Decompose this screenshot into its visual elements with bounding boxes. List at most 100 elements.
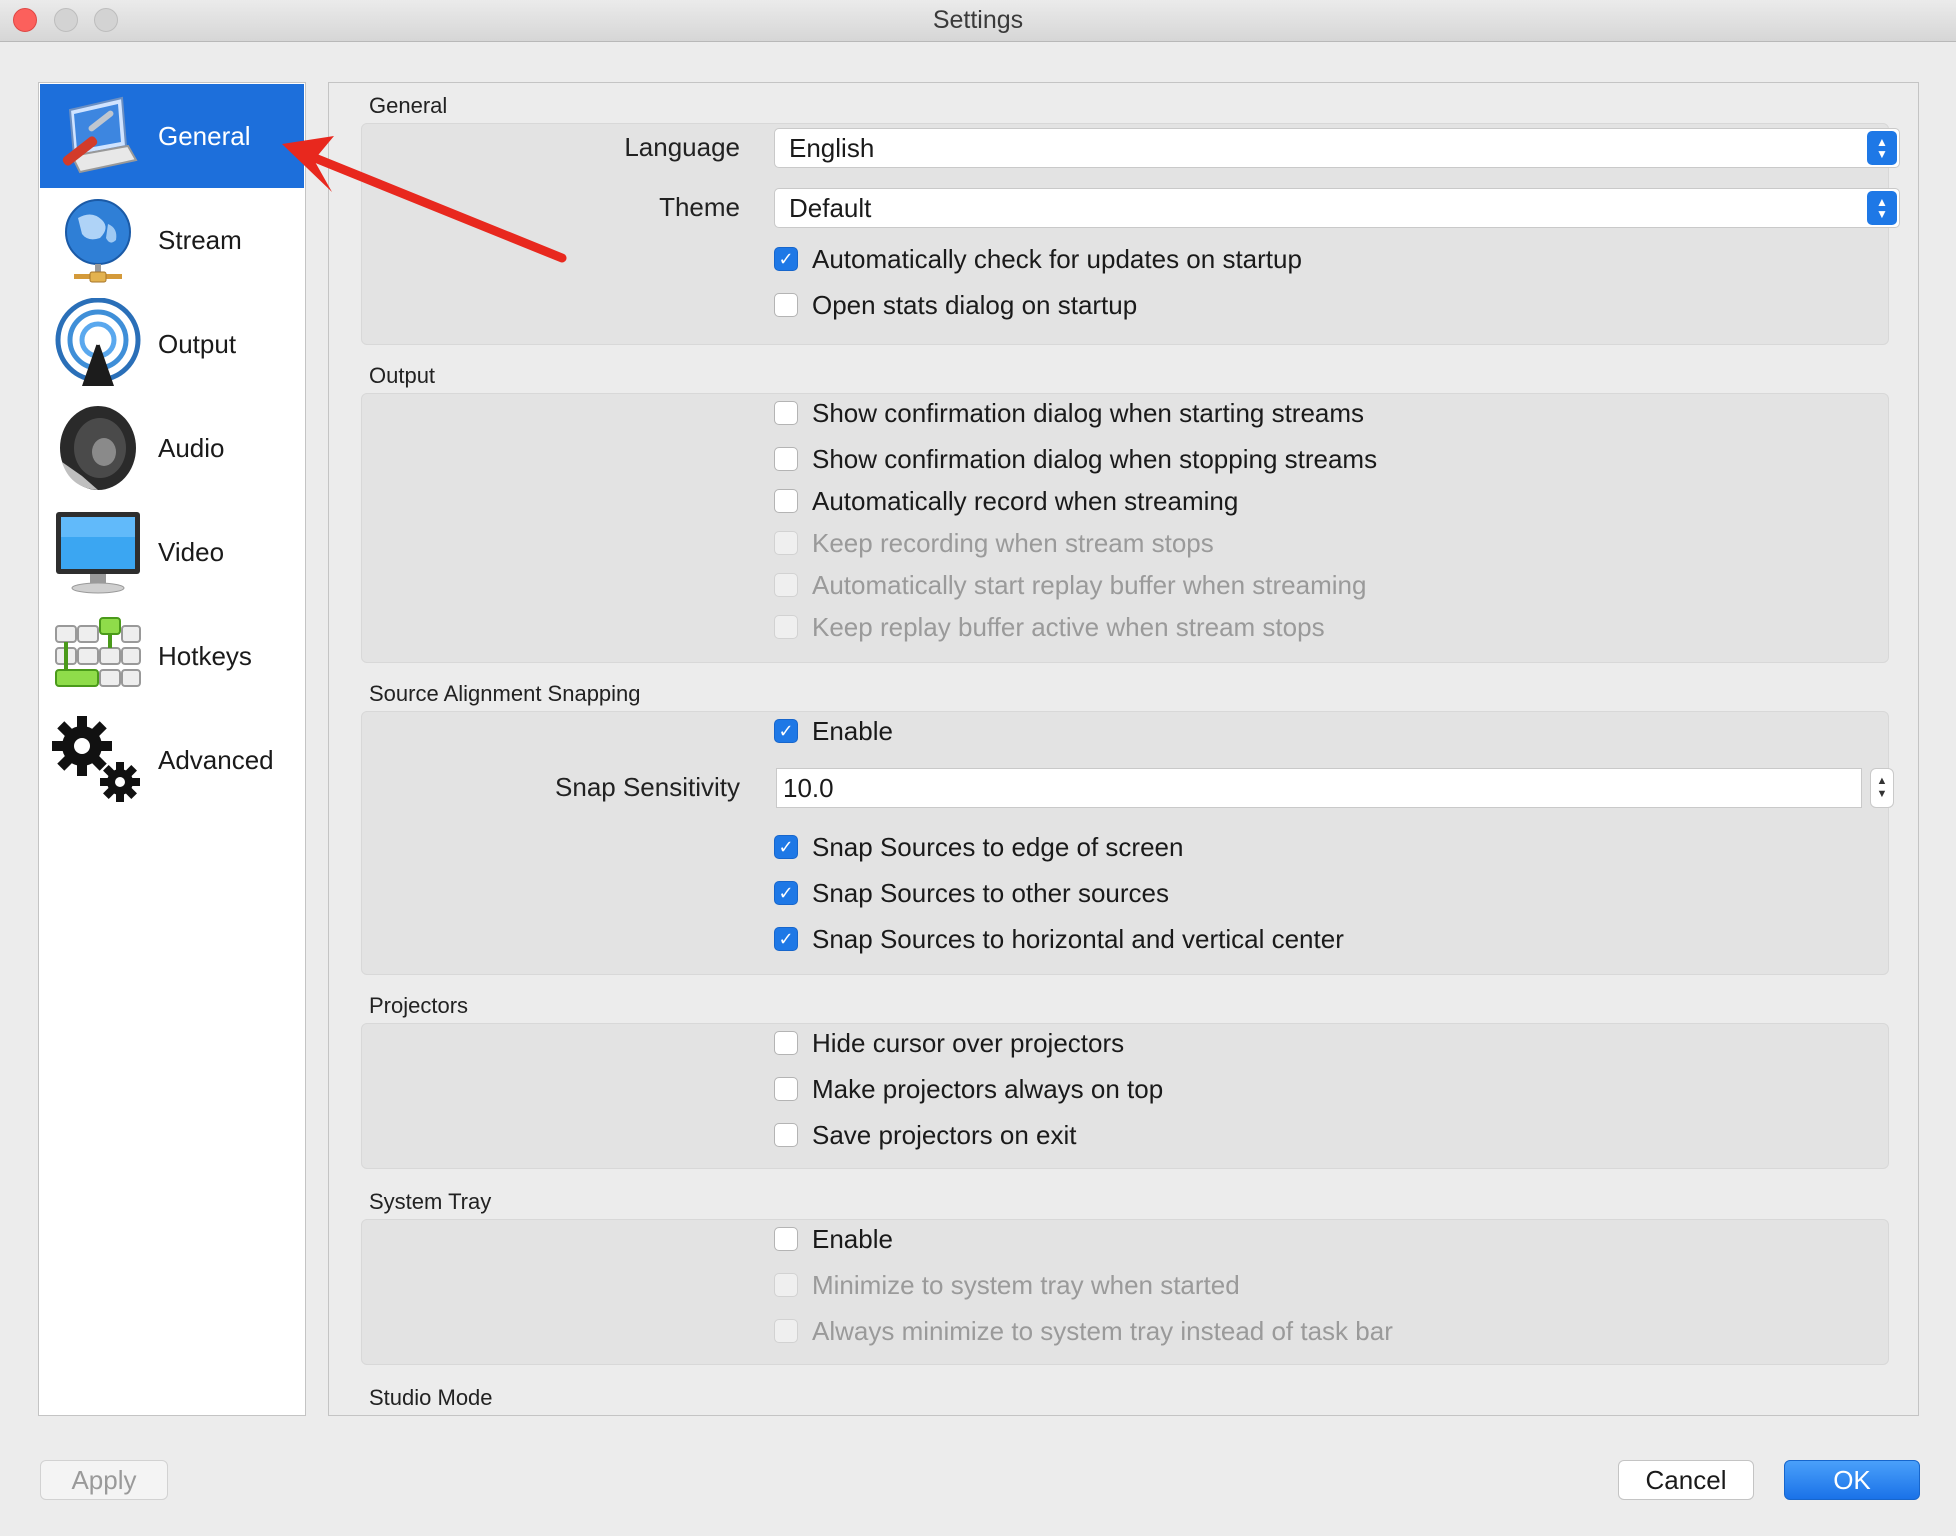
title-bar: Settings (0, 0, 1956, 42)
system-tray-enable-checkbox[interactable]: Enable (774, 1224, 893, 1254)
checkbox-unchecked-icon (774, 1123, 798, 1147)
select-arrows-icon: ▲ ▼ (1867, 191, 1897, 225)
language-select-value: English (789, 133, 875, 163)
sidebar-item-general[interactable]: General (40, 84, 304, 188)
sidebar-item-stream[interactable]: Stream (40, 188, 304, 292)
theme-select[interactable]: Default ▲ ▼ (774, 188, 1900, 228)
sidebar-item-output[interactable]: Output (40, 292, 304, 396)
checkbox-checked-icon: ✓ (774, 247, 798, 271)
snap-sensitivity-input[interactable]: 10.0 (776, 768, 1862, 808)
checkbox-checked-icon: ✓ (774, 835, 798, 859)
globe-icon (48, 190, 148, 290)
snap-sensitivity-stepper[interactable]: ▲ ▼ (1870, 768, 1894, 808)
checkbox-disabled-icon (774, 1319, 798, 1343)
checkbox-label: Make projectors always on top (812, 1073, 1164, 1104)
snap-center-checkbox[interactable]: ✓ Snap Sources to horizontal and vertica… (774, 924, 1344, 954)
gears-icon (48, 710, 148, 810)
checkbox-disabled-icon (774, 573, 798, 597)
checkbox-label: Automatically check for updates on start… (812, 243, 1302, 274)
checkbox-disabled-icon (774, 1273, 798, 1297)
sidebar-item-label: Video (158, 536, 225, 567)
select-arrows-icon: ▲ ▼ (1867, 131, 1897, 165)
group-snapping: ✓ Enable Snap Sensitivity 10.0 ▲ ▼ ✓ Snap… (361, 711, 1894, 975)
checkbox-label: Keep replay buffer active when stream st… (812, 611, 1325, 642)
group-title-system-tray: System Tray (369, 1189, 492, 1214)
checkbox-label: Show confirmation dialog when starting s… (812, 397, 1365, 428)
auto-replay-buffer-checkbox[interactable]: Automatically start replay buffer when s… (774, 570, 1366, 600)
checkbox-label: Open stats dialog on startup (812, 289, 1138, 320)
sidebar-item-audio[interactable]: Audio (40, 396, 304, 500)
window-title: Settings (932, 6, 1024, 34)
sidebar-item-label: Stream (158, 224, 242, 255)
sidebar-item-advanced[interactable]: Advanced (40, 708, 304, 812)
sidebar-item-label: Advanced (158, 744, 274, 775)
open-stats-checkbox[interactable]: Open stats dialog on startup (774, 290, 1137, 320)
snap-sensitivity-label: Snap Sensitivity (555, 772, 740, 802)
checkbox-unchecked-icon (774, 293, 798, 317)
checkbox-label: Snap Sources to edge of screen (812, 831, 1184, 862)
sidebar-item-label: Output (158, 328, 237, 359)
group-system-tray: Enable Minimize to system tray when star… (361, 1219, 1889, 1365)
checkbox-checked-icon: ✓ (774, 927, 798, 951)
save-projectors-checkbox[interactable]: Save projectors on exit (774, 1120, 1076, 1150)
projectors-on-top-checkbox[interactable]: Make projectors always on top (774, 1074, 1163, 1104)
group-projectors: Hide cursor over projectors Make project… (361, 1023, 1889, 1169)
group-title-projectors: Projectors (369, 993, 469, 1018)
checkbox-checked-icon: ✓ (774, 881, 798, 905)
checkbox-label: Show confirmation dialog when stopping s… (812, 443, 1378, 474)
hide-cursor-checkbox[interactable]: Hide cursor over projectors (774, 1028, 1124, 1058)
checkbox-label: Enable (812, 715, 893, 746)
general-icon (48, 86, 148, 186)
checkbox-label: Automatically start replay buffer when s… (812, 569, 1367, 600)
checkbox-unchecked-icon (774, 1077, 798, 1101)
group-general: Language English ▲ ▼ Theme Default ▲ ▼ ✓ A… (361, 123, 1900, 345)
checkbox-unchecked-icon (774, 1031, 798, 1055)
checkbox-label: Keep recording when stream stops (812, 527, 1214, 558)
ok-button[interactable]: OK (1784, 1460, 1920, 1500)
minimize-tray-started-checkbox[interactable]: Minimize to system tray when started (774, 1270, 1240, 1300)
sidebar-item-label: General (158, 120, 251, 151)
theme-label: Theme (659, 192, 740, 222)
checkbox-label: Save projectors on exit (812, 1119, 1077, 1150)
apply-button[interactable]: Apply (40, 1460, 168, 1500)
confirm-stop-stream-checkbox[interactable]: Show confirmation dialog when stopping s… (774, 444, 1377, 474)
keep-recording-checkbox[interactable]: Keep recording when stream stops (774, 528, 1214, 558)
monitor-icon (48, 502, 148, 602)
sidebar-item-video[interactable]: Video (40, 500, 304, 604)
keyboard-icon (48, 606, 148, 706)
check-updates-checkbox[interactable]: ✓ Automatically check for updates on sta… (774, 244, 1302, 274)
group-title-general: General (369, 93, 448, 118)
keep-replay-buffer-checkbox[interactable]: Keep replay buffer active when stream st… (774, 612, 1325, 642)
checkbox-unchecked-icon (774, 489, 798, 513)
settings-category-list: General Stream Output Audio Video Hotkey… (38, 82, 306, 1416)
checkbox-unchecked-icon (774, 1227, 798, 1251)
sidebar-item-hotkeys[interactable]: Hotkeys (40, 604, 304, 708)
group-title-studio-mode: Studio Mode (369, 1385, 493, 1410)
snap-edge-checkbox[interactable]: ✓ Snap Sources to edge of screen (774, 832, 1183, 862)
sidebar-item-label: Hotkeys (158, 640, 252, 671)
checkbox-label: Enable (812, 1223, 893, 1254)
snap-other-sources-checkbox[interactable]: ✓ Snap Sources to other sources (774, 878, 1169, 908)
checkbox-label: Snap Sources to horizontal and vertical … (812, 923, 1344, 954)
checkbox-label: Hide cursor over projectors (812, 1027, 1125, 1058)
checkbox-label: Snap Sources to other sources (812, 877, 1169, 908)
sidebar-item-label: Audio (158, 432, 225, 463)
checkbox-checked-icon: ✓ (774, 719, 798, 743)
group-title-snapping: Source Alignment Snapping (369, 681, 641, 706)
checkbox-label: Always minimize to system tray instead o… (812, 1315, 1393, 1346)
always-minimize-tray-checkbox[interactable]: Always minimize to system tray instead o… (774, 1316, 1393, 1346)
broadcast-icon (48, 294, 148, 394)
checkbox-disabled-icon (774, 531, 798, 555)
settings-content-panel: General Language English ▲ ▼ Theme Defaul… (328, 82, 1919, 1416)
checkbox-disabled-icon (774, 615, 798, 639)
language-label: Language (624, 132, 740, 162)
auto-record-checkbox[interactable]: Automatically record when streaming (774, 486, 1238, 516)
snapping-enable-checkbox[interactable]: ✓ Enable (774, 716, 893, 746)
cancel-button[interactable]: Cancel (1618, 1460, 1754, 1500)
speaker-icon (48, 398, 148, 498)
language-select[interactable]: English ▲ ▼ (774, 128, 1900, 168)
checkbox-unchecked-icon (774, 447, 798, 471)
checkbox-label: Automatically record when streaming (812, 485, 1239, 516)
confirm-start-stream-checkbox[interactable]: Show confirmation dialog when starting s… (774, 398, 1364, 428)
group-output: Show confirmation dialog when starting s… (361, 393, 1889, 663)
